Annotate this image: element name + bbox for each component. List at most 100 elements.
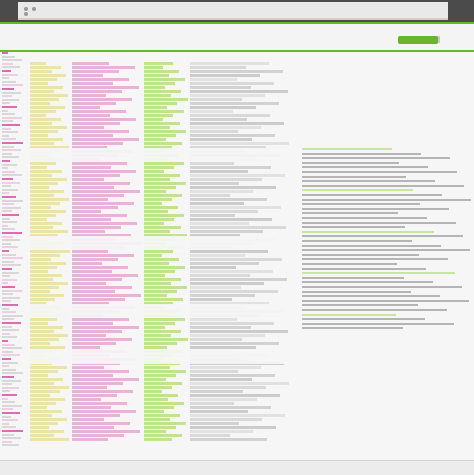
text-row [190, 178, 262, 181]
text-row [72, 366, 104, 369]
text-column [30, 62, 70, 442]
text-row [144, 230, 171, 233]
text-row [144, 62, 174, 65]
active-tab-indicator[interactable] [398, 36, 438, 44]
panel-text-line [302, 295, 440, 298]
text-row [144, 218, 175, 221]
text-column [72, 62, 142, 442]
text-row [190, 258, 282, 261]
text-row [190, 62, 269, 65]
gutter-mark [2, 340, 8, 342]
text-row [30, 370, 58, 373]
text-row [144, 398, 168, 401]
text-row [144, 66, 163, 69]
gutter-mark [2, 77, 9, 80]
text-row [190, 262, 259, 265]
gutter-mark [2, 383, 12, 386]
gutter-mark [2, 239, 20, 242]
text-row [30, 278, 54, 281]
text-row [72, 106, 100, 109]
text-row [144, 78, 186, 81]
text-row [30, 282, 68, 285]
maximize-icon[interactable] [24, 12, 28, 16]
gutter-mark [2, 80, 16, 83]
minimize-icon[interactable] [32, 7, 37, 11]
text-row [144, 106, 168, 109]
text-row [144, 114, 174, 117]
gutter-mark [2, 142, 23, 144]
text-row [144, 438, 173, 441]
text-row [190, 226, 286, 229]
text-row [30, 218, 48, 221]
text-row [190, 106, 256, 109]
panel-text-line [302, 322, 454, 325]
separator-band [30, 350, 290, 364]
text-row [144, 226, 181, 229]
gutter-mark [2, 178, 13, 180]
text-row [190, 254, 245, 257]
gutter-mark [2, 203, 14, 206]
gutter-mark [2, 95, 12, 98]
text-row [72, 66, 135, 69]
text-row [30, 342, 50, 345]
text-row [72, 318, 129, 321]
close-icon[interactable] [24, 7, 28, 11]
text-row [72, 430, 140, 433]
text-row [30, 230, 68, 233]
text-row [190, 98, 242, 101]
text-row [190, 282, 264, 285]
gutter-mark [2, 325, 12, 328]
text-row [72, 194, 124, 197]
text-row [30, 378, 64, 381]
text-row [144, 74, 170, 77]
window-controls[interactable] [24, 7, 44, 16]
text-row [144, 134, 176, 137]
gutter-mark [2, 444, 19, 447]
text-row [30, 186, 49, 189]
text-row [72, 394, 117, 397]
text-row [144, 414, 181, 417]
text-row [190, 326, 251, 329]
text-row [190, 134, 275, 137]
text-row [190, 70, 283, 73]
gutter-mark [2, 131, 18, 134]
panel-text-line [302, 272, 455, 275]
text-row [144, 86, 166, 89]
panel-text-line [302, 221, 456, 224]
text-row [144, 174, 181, 177]
text-row [30, 334, 69, 337]
text-row [144, 266, 185, 269]
text-row [30, 274, 63, 277]
text-row [30, 214, 57, 217]
gutter-mark [2, 386, 19, 389]
text-row [72, 130, 130, 133]
gutter-mark [2, 412, 20, 414]
text-row [72, 406, 111, 409]
text-row [190, 274, 250, 277]
text-row [72, 434, 124, 437]
text-row [144, 186, 177, 189]
gutter-mark [2, 170, 15, 173]
panel-text-line [302, 299, 469, 302]
panel-text-line [302, 180, 435, 183]
gutter-mark [2, 311, 16, 314]
text-row [190, 206, 281, 209]
text-row [72, 438, 108, 441]
panel-text-line [302, 309, 447, 311]
gutter-mark [2, 116, 22, 119]
text-row [30, 422, 58, 425]
text-row [72, 422, 131, 425]
text-row [30, 330, 54, 333]
panel-text-line [302, 212, 398, 215]
text-row [190, 366, 261, 369]
text-row [72, 338, 133, 341]
gutter-mark [2, 379, 21, 382]
panel-text-line [302, 175, 406, 178]
gutter-mark [2, 163, 17, 166]
gutter-mark [2, 286, 15, 288]
text-row [190, 162, 234, 165]
gutter-mark [2, 127, 11, 130]
text-row [144, 322, 176, 325]
text-row [190, 210, 258, 213]
text-row [30, 198, 70, 201]
